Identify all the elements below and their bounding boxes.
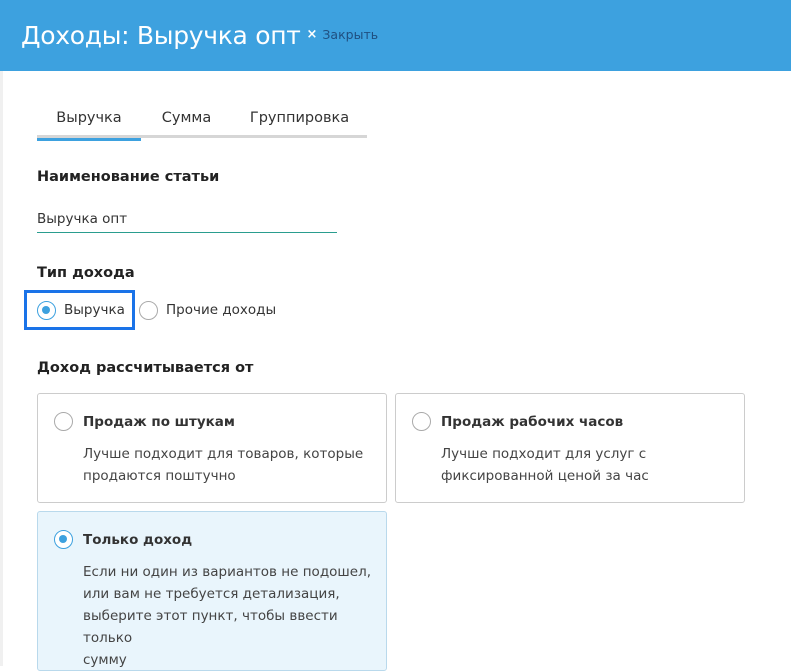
card-desc-line: Лучше подходит для товаров, которые bbox=[83, 446, 364, 462]
radio-label-other-income: Прочие доходы bbox=[166, 302, 277, 318]
card-desc-line: выберите этот пункт, чтобы ввести только bbox=[83, 608, 338, 646]
radio-checked-icon bbox=[37, 300, 56, 320]
radio-checked-icon bbox=[54, 530, 73, 549]
calc-basis-label: Доход рассчитывается от bbox=[37, 360, 254, 376]
radio-label-revenue: Выручка bbox=[64, 302, 125, 318]
card-desc-line: продаются поштучно bbox=[83, 468, 236, 484]
card-title: Продаж рабочих часов bbox=[441, 413, 624, 430]
card-sales-by-units[interactable]: Продаж по штукам Лучше подходит для това… bbox=[37, 393, 387, 503]
left-edge-divider bbox=[0, 71, 3, 666]
page-title: Доходы: Выручка опт bbox=[21, 21, 301, 50]
card-description: Если ни один из вариантов не подошел, ил… bbox=[83, 561, 386, 671]
radio-option-revenue[interactable]: Выручка bbox=[24, 290, 135, 330]
radio-unchecked-icon bbox=[412, 412, 431, 431]
card-desc-line: фиксированной ценой за час bbox=[441, 468, 649, 484]
card-desc-line: Если ни один из вариантов не подошел, bbox=[83, 564, 371, 580]
close-label: Закрыть bbox=[322, 27, 379, 42]
card-title: Продаж по штукам bbox=[83, 413, 235, 430]
card-desc-line: Лучше подходит для услуг с bbox=[441, 446, 647, 462]
page-header: Доходы: Выручка опт × Закрыть bbox=[0, 0, 791, 71]
card-income-only[interactable]: Только доход Если ни один из вариантов н… bbox=[37, 511, 387, 671]
card-description: Лучше подходит для товаров, которые прод… bbox=[83, 443, 363, 487]
radio-unchecked-icon bbox=[54, 412, 73, 431]
card-description: Лучше подходит для услуг с фиксированной… bbox=[441, 443, 649, 487]
card-title: Только доход bbox=[83, 531, 193, 548]
tab-bar: Выручка Сумма Группировка bbox=[37, 106, 367, 141]
radio-option-other-income[interactable]: Прочие доходы bbox=[139, 300, 277, 320]
card-desc-line: или вам не требуется детализация, bbox=[83, 586, 340, 602]
item-name-label: Наименование статьи bbox=[37, 169, 220, 185]
tab-revenue[interactable]: Выручка bbox=[37, 106, 141, 141]
radio-unchecked-icon bbox=[139, 300, 158, 320]
tab-grouping[interactable]: Группировка bbox=[232, 106, 367, 138]
income-type-label: Тип дохода bbox=[37, 265, 135, 281]
income-type-radio-group: Выручка Прочие доходы bbox=[24, 290, 276, 330]
close-icon: × bbox=[306, 27, 318, 42]
item-name-input[interactable] bbox=[37, 205, 337, 233]
tab-amount[interactable]: Сумма bbox=[141, 106, 232, 138]
card-desc-line: сумму bbox=[83, 652, 127, 668]
card-sales-by-hours[interactable]: Продаж рабочих часов Лучше подходит для … bbox=[395, 393, 745, 503]
close-button[interactable]: × Закрыть bbox=[307, 27, 379, 42]
